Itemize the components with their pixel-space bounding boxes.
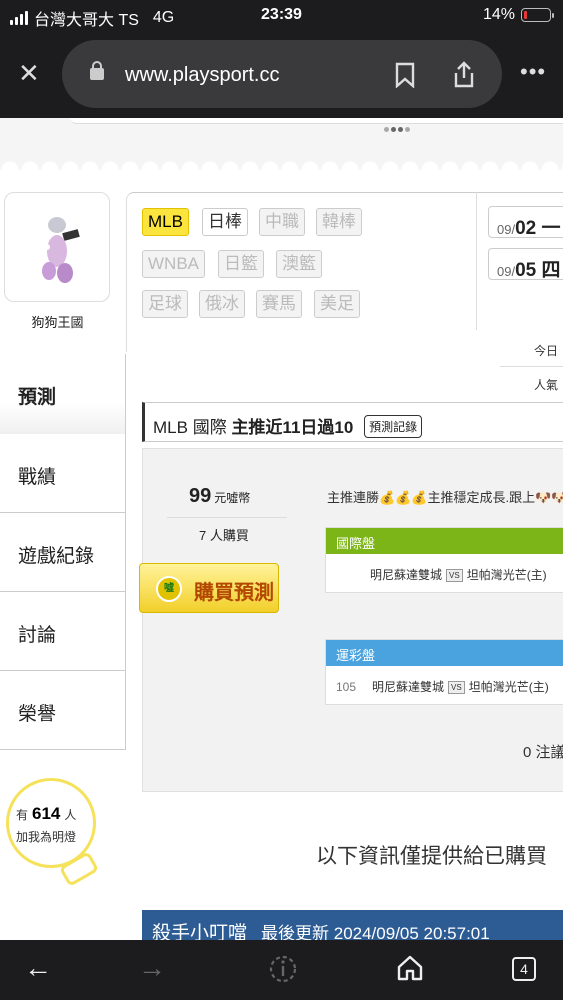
- carousel-dots[interactable]: [384, 127, 410, 132]
- side-nav: 預測 戰績 遊戲紀錄 討論 榮譽: [0, 354, 126, 750]
- team-home: 明尼蘇達雙城: [370, 568, 443, 582]
- vs-icon: VS: [448, 681, 465, 694]
- nav-item-prediction[interactable]: 預測: [0, 354, 125, 434]
- tab-cpbl[interactable]: 中職: [259, 208, 305, 236]
- browser-toolbar: ✕ www.playsport.cc •••: [0, 34, 563, 118]
- tab-npb[interactable]: 日棒: [202, 208, 248, 236]
- market-row[interactable]: 105 明尼蘇達雙城 VS 坦帕灣光芒(主): [326, 666, 563, 704]
- forward-icon[interactable]: →: [138, 954, 166, 982]
- tab-bleague[interactable]: 日籃: [218, 250, 264, 278]
- team-home: 明尼蘇達雙城: [372, 680, 445, 694]
- back-icon[interactable]: ←: [24, 954, 52, 982]
- last-updated: 最後更新 2024/09/05 20:57:01: [261, 924, 490, 940]
- team-away: 坦帕灣光芒(主): [466, 568, 547, 582]
- fans-caption: 加我為明燈: [16, 830, 77, 844]
- battery-fill: [524, 11, 528, 19]
- predictor-name[interactable]: 殺手小叮噹: [152, 923, 247, 940]
- bookmark-icon[interactable]: [395, 62, 415, 88]
- date-start[interactable]: 09/02 一: [488, 206, 563, 239]
- home-icon[interactable]: [396, 954, 424, 982]
- tab-khl[interactable]: 俄冰: [199, 290, 245, 318]
- prediction-record-button[interactable]: 預測記錄: [364, 415, 423, 438]
- url-text: www.playsport.cc: [125, 64, 280, 86]
- status-right: 14%: [482, 6, 554, 24]
- prediction-comment: 主推連勝💰💰💰主推穩定成長.跟上🐶🐶: [327, 490, 563, 505]
- notes-count: 0 注議: [523, 744, 563, 761]
- market-row[interactable]: 明尼蘇達雙城 VS 坦帕灣光芒(主): [326, 554, 563, 592]
- nav-item-honor[interactable]: 榮譽: [0, 671, 125, 750]
- today-label: 今日: [534, 344, 559, 358]
- popular-label: 人氣: [534, 378, 559, 392]
- buyer-count: 7 人購買: [199, 528, 249, 543]
- coin-icon: 噓: [156, 576, 182, 602]
- market-title: 國際盤: [326, 528, 563, 554]
- price: 99 元噓幣: [189, 485, 250, 508]
- page-content: 狗狗王國 預測 戰績 遊戲紀錄 討論 榮譽 有 614 人 加我為明燈 MLB 日棒…: [0, 118, 563, 940]
- market-international: 國際盤 明尼蘇達雙城 VS 坦帕灣光芒(主): [325, 527, 563, 593]
- nav-item-record[interactable]: 戰績: [0, 434, 125, 513]
- fans-lightbulb[interactable]: 有 614 人 加我為明燈: [6, 778, 100, 888]
- close-icon[interactable]: ✕: [18, 60, 40, 86]
- prediction-headline: 主推近11日過10: [231, 418, 354, 437]
- predictor-banner: 殺手小叮噹 最後更新 2024/09/05 20:57:01: [142, 910, 563, 940]
- vs-icon: VS: [446, 569, 463, 582]
- purchase-notice: 以下資訊僅提供給已購買: [316, 845, 547, 868]
- price-value: 99: [189, 485, 212, 507]
- prediction-header: MLB 國際 主推近11日過10 預測記錄: [142, 402, 563, 442]
- market-sportslottery: 運彩盤 105 明尼蘇達雙城 VS 坦帕灣光芒(主): [325, 639, 563, 705]
- tabs-count-icon[interactable]: 4: [512, 957, 536, 981]
- date-end[interactable]: 09/05 四: [488, 248, 563, 281]
- tab-mlb[interactable]: MLB: [142, 208, 189, 236]
- battery-percent: 14%: [482, 6, 515, 23]
- price-unit: 元噓幣: [214, 491, 251, 505]
- status-bar: 台灣大哥大 TS 4G 23:39 14%: [0, 0, 563, 34]
- tab-nbl[interactable]: 澳籃: [276, 250, 322, 278]
- clock: 23:39: [261, 6, 302, 23]
- market-title: 運彩盤: [326, 640, 563, 666]
- tab-nfl[interactable]: 美足: [314, 290, 360, 318]
- battery-icon: [521, 8, 554, 22]
- header-decoration: [0, 118, 563, 170]
- page-info-icon[interactable]: [268, 954, 298, 984]
- tab-horse[interactable]: 賽馬: [256, 290, 302, 318]
- avatar[interactable]: [4, 192, 110, 302]
- prediction-league: MLB: [153, 418, 188, 437]
- more-icon[interactable]: •••: [520, 61, 546, 83]
- fans-count: 614: [32, 804, 61, 823]
- team-away: 坦帕灣光芒(主): [468, 680, 549, 694]
- tab-wnba[interactable]: WNBA: [142, 250, 205, 278]
- tabs-divider: [476, 192, 477, 330]
- nav-item-discussion[interactable]: 討論: [0, 592, 125, 671]
- game-number: 105: [336, 680, 357, 694]
- browser-bottom-bar: ← → 4: [0, 940, 563, 1000]
- share-icon[interactable]: [452, 60, 476, 88]
- prediction-card: 99 元噓幣 7 人購買 噓 購買預測 主推連勝💰💰💰主推穩定成長.跟上🐶🐶 國際…: [139, 448, 563, 792]
- buy-prediction-button[interactable]: 噓 購買預測: [139, 563, 279, 613]
- tab-kbo[interactable]: 韓棒: [316, 208, 362, 236]
- tab-soccer[interactable]: 足球: [142, 290, 188, 318]
- prediction-type: 國際: [192, 418, 227, 437]
- address-bar[interactable]: www.playsport.cc: [62, 40, 502, 108]
- fans-count-line: 有 614 人: [16, 804, 77, 823]
- divider: [500, 366, 563, 367]
- profile-name: 狗狗王國: [31, 315, 84, 330]
- price-divider: [167, 517, 287, 518]
- avatar-image: [42, 217, 80, 283]
- nav-item-game-history[interactable]: 遊戲紀錄: [0, 513, 125, 592]
- lock-icon: [90, 61, 104, 80]
- buy-prediction-label: 購買預測: [194, 582, 274, 604]
